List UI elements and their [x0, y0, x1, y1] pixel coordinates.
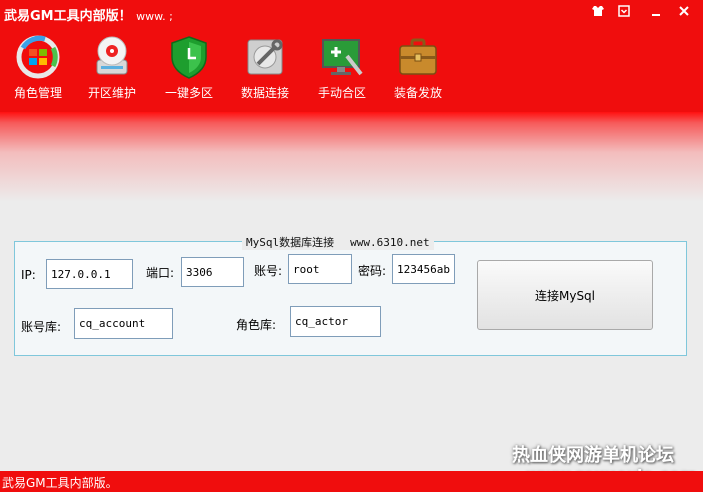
role-db-label: 角色库:	[236, 318, 277, 332]
close-icon[interactable]	[674, 4, 694, 22]
title-bar: 武易GM工具内部版！ www. ;	[0, 0, 703, 26]
role-db-input[interactable]	[290, 306, 381, 337]
account-input[interactable]	[288, 254, 352, 284]
disc-drive-icon	[96, 36, 128, 75]
menu-icon[interactable]	[614, 4, 634, 22]
window-title: 武易GM工具内部版！ www. ;	[4, 9, 173, 24]
account-db-label: 账号库:	[21, 320, 62, 334]
status-text: 武易GM工具内部版。	[2, 476, 118, 490]
password-input[interactable]	[392, 254, 455, 284]
status-bar: 武易GM工具内部版。	[0, 471, 703, 492]
toolbar-item-manual-merge[interactable]: 手动合区	[310, 34, 374, 101]
account-label: 账号:	[254, 264, 283, 278]
toolbar-label: 角色管理	[13, 86, 62, 100]
account-db-input[interactable]	[74, 308, 173, 339]
toolbar-item-equipment-distribution[interactable]: 装备发放	[386, 34, 450, 101]
group-legend: MySql数据库连接 www.6310.net	[242, 234, 434, 250]
monitor-pen-icon	[322, 39, 363, 76]
toolbar-label: 开区维护	[87, 86, 136, 100]
ip-input[interactable]	[46, 259, 133, 289]
toolbar-label: 数据连接	[240, 86, 289, 100]
minimize-icon[interactable]	[646, 4, 666, 22]
ip-label: IP:	[21, 268, 36, 282]
toolbar-item-server-maintenance[interactable]: 开区维护	[80, 34, 144, 101]
watermark-title: 热血侠网游单机论坛	[512, 445, 674, 466]
password-label: 密码:	[358, 264, 387, 278]
toolbar-label: 手动合区	[317, 86, 366, 100]
toolbar-label: 一键多区	[164, 86, 213, 100]
shield-clock-icon	[171, 36, 207, 79]
windows-refresh-icon	[16, 35, 60, 79]
port-input[interactable]	[181, 257, 244, 287]
toolbar-item-role-management[interactable]: 角色管理	[6, 34, 70, 101]
connect-mysql-button[interactable]: 连接MySql	[477, 260, 653, 330]
main-toolbar: 角色管理 开区维护 一键多区 数据连接 手动合区 装备发放	[0, 26, 703, 112]
toolbar-item-data-connection[interactable]: 数据连接	[233, 34, 297, 101]
toolbar-label: 装备发放	[393, 86, 442, 100]
skin-icon[interactable]	[588, 4, 608, 22]
wrench-drive-icon	[247, 39, 283, 75]
briefcase-icon	[399, 38, 437, 75]
port-label: 端口:	[146, 266, 175, 280]
toolbar-item-one-click-multi-zone[interactable]: 一键多区	[157, 34, 221, 101]
header-gradient	[0, 112, 703, 202]
